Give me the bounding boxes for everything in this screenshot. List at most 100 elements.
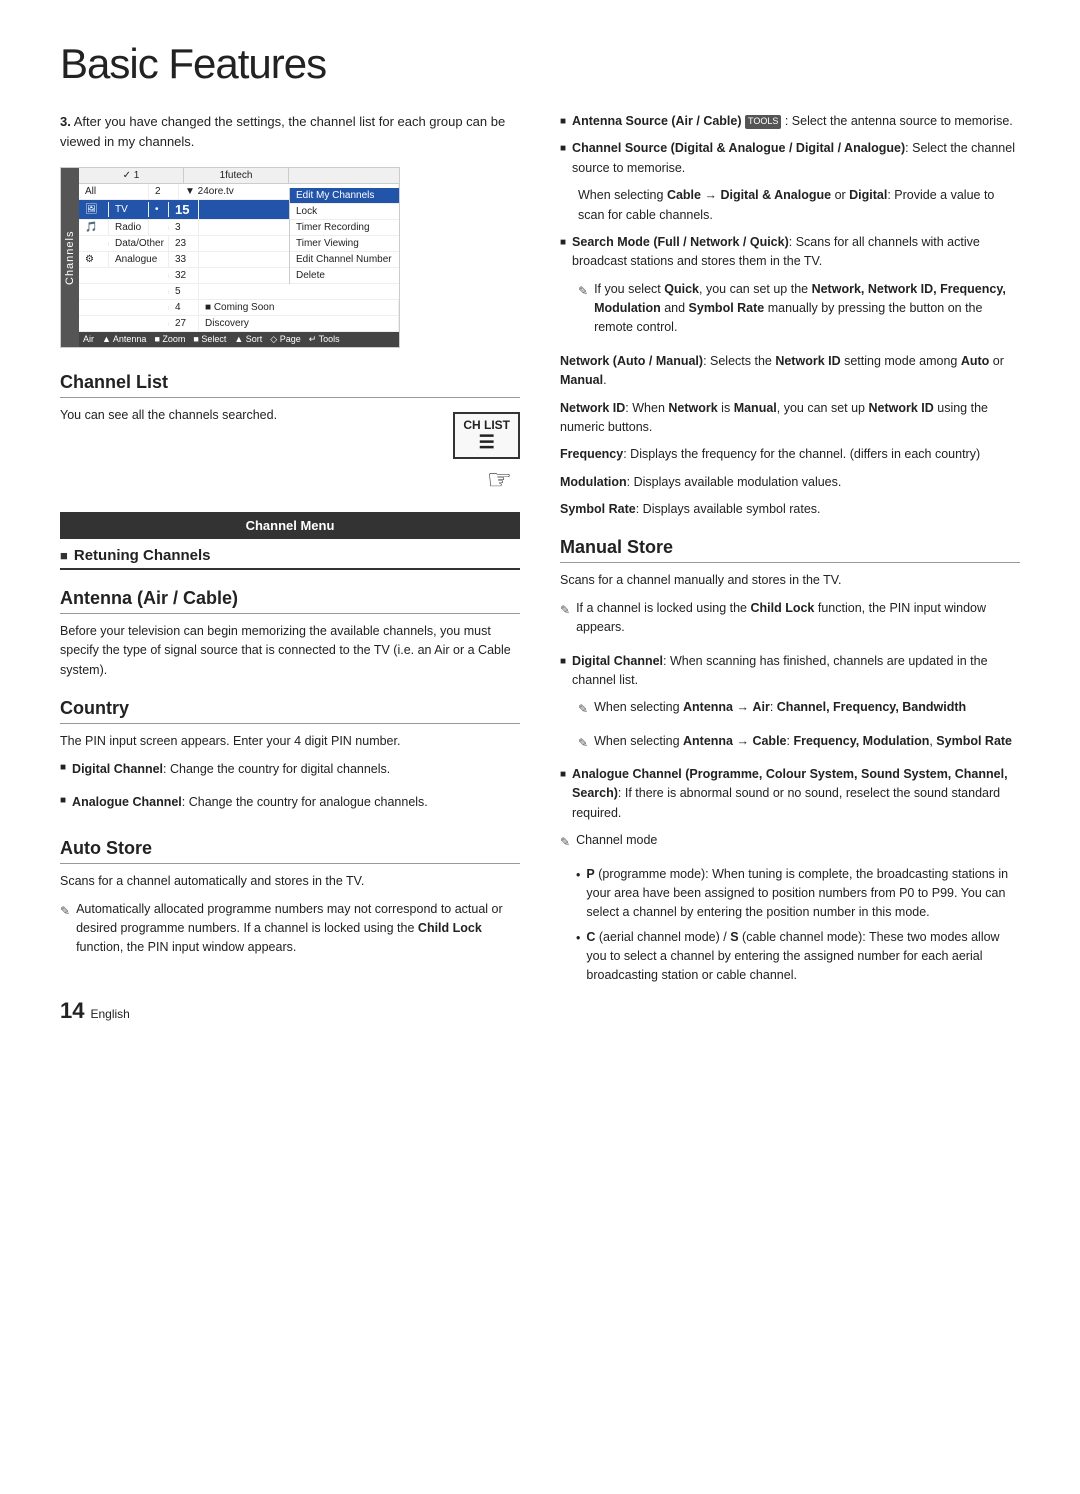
channel-menu-bar: Channel Menu [60,512,520,539]
tv-cell: 3 [169,220,199,235]
pencil-icon-2: ✎ [578,282,588,300]
tv-main: ✓ 1 1futech All 2 ▼ 24ore.tv Edit My Cha… [79,168,399,347]
analogue-channel-text: Analogue Channel (Programme, Colour Syst… [572,765,1020,823]
channel-source-bullet: Channel Source (Digital & Analogue / Dig… [560,139,1020,178]
search-mode-text: Search Mode (Full / Network / Quick): Sc… [572,233,1020,272]
channel-mode-sub-1-text: P (programme mode): When tuning is compl… [586,865,1020,923]
antenna-source-bullet: Antenna Source (Air / Cable) TOOLS : Sel… [560,112,1020,131]
country-bullet-1-text: Digital Channel: Change the country for … [72,760,390,779]
tv-cell: 33 [169,252,199,267]
antenna-air-text: When selecting Antenna → Air: Channel, F… [594,698,966,717]
tv-cell: 23 [169,236,199,251]
tv-screenshot: Channels ✓ 1 1futech All 2 ▼ 24ore.tv [60,167,400,348]
tv-sidebar-label: Channels [61,168,79,347]
channel-mode-sub-1: P (programme mode): When tuning is compl… [576,865,1020,923]
digital-channel-text: Digital Channel: When scanning has finis… [572,652,1020,691]
channel-source-text: Channel Source (Digital & Analogue / Dig… [572,139,1020,178]
tv-cell: Data/Other [109,236,169,251]
tv-cell: TV [109,202,149,217]
tv-footer-item: ▲ Antenna [102,334,146,345]
tv-footer-item: ■ Select [193,334,226,345]
auto-store-heading: Auto Store [60,838,520,864]
left-column: 3. After you have changed the settings, … [60,112,520,1024]
tv-cell: 5 [169,284,199,299]
country-digital-label: Digital Channel [72,762,163,776]
child-lock-pencil: ✎ If a channel is locked using the Child… [560,599,1020,646]
tv-cell: • [149,202,169,217]
tv-cell: Discovery [199,316,399,331]
frequency-text: Frequency: Displays the frequency for th… [560,445,1020,464]
channel-source-label: Channel Source (Digital & Analogue / Dig… [572,141,905,155]
channel-mode-label: Channel mode [576,831,657,850]
pencil-icon-3: ✎ [560,601,570,619]
right-column: Antenna Source (Air / Cable) TOOLS : Sel… [560,112,1020,1024]
tv-row-all: All 2 ▼ 24ore.tv Edit My Channels Lock T… [79,184,399,200]
tv-cell: ⚙ [79,252,109,267]
page-number-row: 14 English [60,998,520,1024]
tv-row-4: 4 ■ Coming Soon [79,300,399,316]
tv-cell: Radio [109,220,149,235]
pencil-icon: ✎ [60,902,70,920]
page-number: 14 [60,998,84,1024]
tv-cell: 🎵 [79,220,109,235]
tv-footer: Air ▲ Antenna ■ Zoom ■ Select ▲ Sort ◇ P… [79,332,399,347]
tv-menu-item: Timer Recording [290,220,399,236]
tv-cell [79,322,169,326]
pencil-icon-6: ✎ [560,833,570,851]
tv-menu-item: Edit My Channels [290,188,399,204]
tv-cell: ■ Coming Soon [199,300,399,315]
quick-note-pencil: ✎ If you select Quick, you can set up th… [578,280,1020,346]
network-auto-text: Network (Auto / Manual): Selects the Net… [560,352,1020,391]
tv-footer-item: ↵ Tools [309,334,340,345]
antenna-text: Before your television can begin memoriz… [60,622,520,680]
ch-list-box: CH LIST ☰ [453,412,520,459]
auto-store-text: Scans for a channel automatically and st… [60,872,520,891]
pencil-icon-4: ✎ [578,700,588,718]
modulation-text: Modulation: Displays available modulatio… [560,473,1020,492]
pencil-icon-5: ✎ [578,734,588,752]
tv-row-5: 5 [79,284,399,300]
tv-cell: Analogue [109,252,169,267]
tv-row-27: 27 Discovery [79,316,399,332]
tv-footer-item: ■ Zoom [154,334,185,345]
tv-cell: 🖼 [79,202,109,217]
quick-note-text: If you select Quick, you can set up the … [594,280,1020,338]
tv-menu-item: Lock [290,204,399,220]
ch-list-box-container: CH LIST ☰ ☞ [453,406,520,496]
search-mode-label: Search Mode (Full / Network / Quick) [572,235,789,249]
tv-header-check: ✓ 1 [79,168,184,183]
search-mode-bullet: Search Mode (Full / Network / Quick): Sc… [560,233,1020,272]
manual-store-heading: Manual Store [560,537,1020,563]
tv-footer-item: ▲ Sort [234,334,262,345]
channel-mode-sub-2-text: C (aerial channel mode) / S (cable chann… [586,928,1020,986]
tv-menu-item: Edit Channel Number [290,252,399,268]
child-lock-text: If a channel is locked using the Child L… [576,599,1020,638]
tv-cell: 27 [169,316,199,331]
tv-menu: Edit My Channels Lock Timer Recording Ti… [289,188,399,284]
cable-note: When selecting Cable → Digital & Analogu… [578,186,1020,225]
tv-cell [79,290,169,294]
antenna-cable-text: When selecting Antenna → Cable: Frequenc… [594,732,1012,751]
antenna-source-label: Antenna Source (Air / Cable) [572,114,741,128]
analogue-channel-bullet: Analogue Channel (Programme, Colour Syst… [560,765,1020,823]
tv-cell [79,306,169,310]
tv-cell: 4 [169,300,199,315]
network-id-text: Network ID: When Network is Manual, you … [560,399,1020,438]
auto-store-pencil: ✎ Automatically allocated programme numb… [60,900,520,966]
country-text: The PIN input screen appears. Enter your… [60,732,520,751]
tv-header-name: 1futech [184,168,289,183]
ch-list-hand-icon: ☞ [453,463,520,496]
page-title: Basic Features [60,40,1020,88]
retuning-heading: Retuning Channels [60,547,520,570]
step3-text: 3. After you have changed the settings, … [60,112,520,151]
ch-list-icon: ☰ [463,432,510,453]
tools-badge: TOOLS [745,115,781,129]
antenna-source-text: Antenna Source (Air / Cable) TOOLS : Sel… [572,112,1013,131]
tv-cell: 2 [149,184,179,199]
tv-footer-item: Air [83,334,94,345]
tv-cell: All [79,184,149,199]
tv-cell: 15 [169,200,199,219]
channel-mode-pencil: ✎ Channel mode [560,831,1020,858]
antenna-cable-pencil: ✎ When selecting Antenna → Cable: Freque… [578,732,1020,759]
country-bullet-1: Digital Channel: Change the country for … [60,760,520,787]
